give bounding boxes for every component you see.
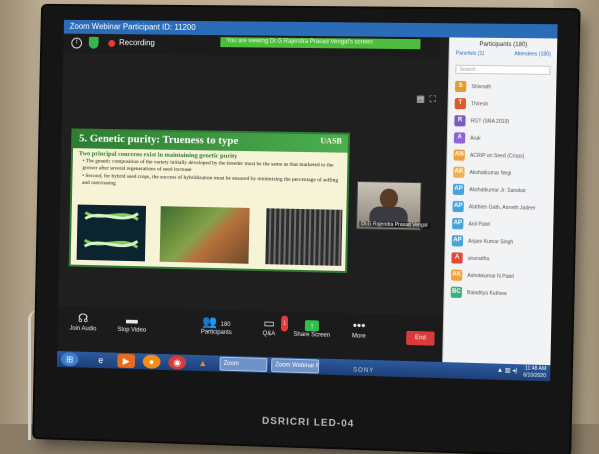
- participant-item[interactable]: AP Akshatkumar Jr. Sanskar: [447, 181, 555, 200]
- participant-avatar: R: [454, 115, 465, 126]
- stop-video-label: Stop Video: [112, 327, 151, 334]
- tab-attendees[interactable]: Attendees (180): [514, 51, 551, 62]
- participant-name: Thiresh: [471, 101, 488, 107]
- screen-share-banner[interactable]: You are viewing Dr.G.Rajendra Prasad Ven…: [220, 37, 420, 49]
- share-screen-label: Share Screen: [292, 332, 332, 339]
- clock-date: 6/10/2020: [523, 372, 546, 380]
- participant-name: anuradha: [468, 255, 490, 262]
- participant-name: Ashokkumar N Patel: [467, 272, 514, 279]
- participant-name: Akshatkumar Negi: [469, 169, 511, 176]
- video-camera-icon: ▬: [112, 311, 151, 328]
- participants-label: Participants: [195, 329, 239, 336]
- participant-avatar: AK: [453, 167, 464, 178]
- participant-item[interactable]: R RGT (SRA 2019): [448, 112, 556, 131]
- participant-avatar: AK: [451, 269, 462, 280]
- participant-avatar: A: [451, 252, 462, 263]
- participant-search-input[interactable]: Search: [455, 65, 550, 75]
- dna-image: [77, 205, 146, 262]
- participant-avatar: S: [455, 81, 466, 92]
- panel-title: Participants (180): [450, 37, 558, 51]
- participant-name: Akshatkumar Jr. Sanskar: [469, 187, 526, 194]
- participant-avatar: T: [455, 98, 466, 109]
- shared-slide: 5. Genetic purity: Trueness to type UASB…: [69, 128, 350, 273]
- tv-model-label: DSRICRI LED-04: [262, 416, 355, 430]
- participant-item[interactable]: S Shivnath: [449, 78, 557, 97]
- firefox-icon[interactable]: ●: [143, 354, 161, 368]
- join-audio-button[interactable]: ☊ Join Audio: [63, 310, 102, 333]
- qa-label: Q&A: [256, 331, 282, 338]
- tv-brand: SONY: [353, 368, 374, 375]
- participant-item[interactable]: AK Akshatkumar Negi: [447, 163, 555, 182]
- participant-item[interactable]: BC Baladitya Kuthwa: [444, 283, 552, 303]
- chrome-icon[interactable]: ◉: [168, 355, 186, 369]
- ie-icon[interactable]: e: [92, 353, 110, 367]
- vlc-icon[interactable]: ▲: [194, 356, 212, 370]
- slide-logo: UASB: [320, 136, 342, 145]
- participant-name: Anil Patel: [468, 221, 490, 228]
- seeds-in-hand-image: [160, 206, 250, 264]
- participant-name: Baladitya Kuthwa: [467, 290, 507, 297]
- participant-name: Anjani Kumar Singh: [468, 238, 513, 245]
- participant-avatar: AN: [454, 149, 465, 160]
- share-screen-icon-wrap: ↑: [292, 316, 332, 333]
- more-icon: •••: [344, 317, 374, 334]
- participant-name: ACRIP on Seed (Crops): [470, 152, 525, 159]
- participant-item[interactable]: AP Alathien Gath, Anneth Jadeer: [446, 198, 554, 217]
- shield-icon[interactable]: [89, 37, 99, 49]
- tab-panelists[interactable]: Panelists (1): [456, 51, 485, 61]
- panel-tabs: Panelists (1) Attendees (180): [450, 51, 558, 62]
- qa-icon: ▭ 1: [256, 315, 282, 332]
- participants-panel: Participants (180) Panelists (1) Attende…: [442, 37, 557, 365]
- media-player-icon[interactable]: ▶: [117, 354, 135, 368]
- system-tray-icons[interactable]: ▲ ▥ ◂): [497, 367, 518, 375]
- share-screen-icon: ↑: [305, 320, 319, 331]
- start-button[interactable]: ⊞: [61, 352, 79, 366]
- stop-video-button[interactable]: ▬ Stop Video: [112, 311, 152, 334]
- participant-item[interactable]: AP Anil Patel: [446, 215, 554, 234]
- crop-field-image: [265, 208, 342, 266]
- participant-list: S Shivnath T Thiresh R RGT (SRA 2019) A Aruk AN A…: [444, 78, 556, 304]
- gallery-view-icon[interactable]: ▦: [416, 93, 425, 104]
- speaker-name: Dr.G.Rajendra Prasad Vengal: [359, 221, 430, 228]
- participant-name: RGT (SRA 2019): [471, 118, 510, 125]
- taskbar-clock[interactable]: 11:48 AM 6/10/2020: [523, 365, 546, 380]
- end-button[interactable]: End: [406, 331, 435, 346]
- participant-item[interactable]: A Aruk: [448, 129, 556, 148]
- participant-avatar: AP: [452, 235, 463, 246]
- share-screen-button[interactable]: ↑ Share Screen: [292, 316, 332, 339]
- fullscreen-icon[interactable]: ⛶: [429, 94, 436, 105]
- participant-name: Aruk: [470, 135, 481, 141]
- taskbar-zoom[interactable]: Zoom: [219, 357, 267, 372]
- more-button[interactable]: ••• More: [344, 317, 375, 340]
- qa-badge: 1: [281, 315, 288, 331]
- join-audio-label: Join Audio: [63, 326, 102, 333]
- more-label: More: [344, 333, 374, 340]
- slide-heading-text: 5. Genetic purity: Trueness to type: [79, 132, 238, 146]
- participant-avatar: AP: [453, 184, 464, 195]
- headphones-icon: ☊: [64, 310, 103, 327]
- taskbar-zoom-webinar[interactable]: Zoom Webinar Pa...: [271, 358, 319, 373]
- slide-images: [77, 205, 343, 266]
- speaker-video[interactable]: Dr.G.Rajendra Prasad Vengal: [356, 181, 422, 231]
- tv-frame: Zoom Webinar Participant ID: 11200 i Rec…: [34, 6, 578, 454]
- participant-avatar: BC: [451, 287, 462, 298]
- participants-icon: 👥 180: [195, 313, 239, 330]
- participant-item[interactable]: AN ACRIP on Seed (Crops): [447, 146, 555, 165]
- participant-item[interactable]: T Thiresh: [448, 95, 556, 114]
- participant-avatar: AP: [452, 218, 463, 229]
- participant-name: Alathien Gath, Anneth Jadeer: [469, 204, 536, 211]
- qa-button[interactable]: ▭ 1 Q&A: [256, 315, 282, 338]
- recording-label: Recording: [119, 38, 155, 47]
- participants-button[interactable]: 👥 180 Participants: [195, 313, 239, 336]
- participant-name: Shivnath: [471, 84, 491, 90]
- participants-count: 180: [220, 322, 230, 328]
- zoom-window: Zoom Webinar Participant ID: 11200 i Rec…: [57, 20, 558, 382]
- participant-avatar: A: [454, 132, 465, 143]
- participant-avatar: AP: [452, 201, 463, 212]
